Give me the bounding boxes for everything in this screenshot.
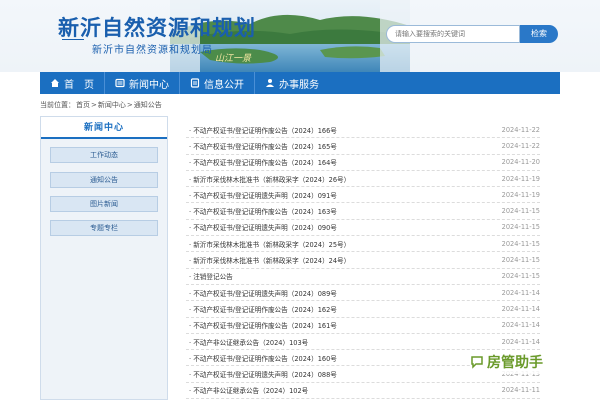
title-underline [62, 39, 84, 40]
list-item[interactable]: · 不动产权证书/登记证明遗失声明（2024）089号 2024-11-14 [186, 285, 540, 302]
notice-date: 2024-11-19 [501, 174, 540, 183]
list-item[interactable]: · 新沂市采伐林木批准书（新林政采字（2024）26号） 2024-11-19 [186, 171, 540, 188]
notice-title[interactable]: · 注销登记公告 [186, 271, 500, 281]
nav-news-label: 新闻中心 [129, 79, 169, 91]
notice-date: 2024-11-22 [501, 141, 540, 150]
nav-services-label: 办事服务 [279, 79, 319, 91]
breadcrumb-separator: > [126, 101, 133, 109]
sidebar: 新闻中心 工作动态 通知公告 图片新闻 专题专栏 [40, 116, 168, 400]
list-item[interactable]: · 不动产权证书/登记证明作废公告（2024）163号 2024-11-15 [186, 203, 540, 220]
notice-title[interactable]: · 不动产权证书/登记证明作废公告（2024）163号 [186, 206, 500, 216]
notice-date: 2024-11-20 [501, 158, 540, 167]
notice-title[interactable]: · 不动产权证书/登记证明作废公告（2024）161号 [186, 320, 500, 330]
watermark-text: 房管助手 [487, 355, 543, 371]
list-item[interactable]: · 不动产权证书/登记证明遗失声明（2024）090号 2024-11-15 [186, 220, 540, 237]
breadcrumb-link-home[interactable]: 首页 [76, 101, 90, 109]
nav-news[interactable]: 新闻中心 [105, 72, 179, 94]
newspaper-icon [115, 78, 125, 88]
sidebar-heading: 新闻中心 [41, 117, 167, 139]
notice-date: 2024-11-19 [501, 190, 540, 199]
list-item[interactable]: · 不动产权证书/登记证明作废公告（2024）165号 2024-11-22 [186, 138, 540, 155]
list-item[interactable]: · 不动产权证书/登记证明作废公告（2024）161号 2024-11-14 [186, 318, 540, 334]
nav-info-disclosure[interactable]: 信息公开 [180, 72, 254, 94]
notice-title[interactable]: · 不动产权证书/登记证明作废公告（2024）164号 [186, 157, 500, 167]
search-button[interactable]: 检索 [520, 25, 558, 43]
notice-title[interactable]: · 不动产权证书/登记证明作废公告（2024）162号 [186, 304, 500, 314]
chat-bubble-icon [471, 356, 483, 369]
document-icon [190, 78, 200, 88]
site-title: 新沂自然资源和规划 [58, 15, 256, 40]
notice-title[interactable]: · 新沂市采伐林木批准书（新林政采字（2024）26号） [186, 174, 500, 184]
notice-date: 2024-11-15 [501, 223, 540, 232]
notice-date: 2024-11-14 [501, 288, 540, 297]
list-item[interactable]: · 不动产权证书/登记证明遗失声明（2024）091号 2024-11-19 [186, 187, 540, 204]
notice-title[interactable]: · 不动产权证书/登记证明作废公告（2024）160号 [186, 353, 500, 363]
notice-title[interactable]: · 不动产权证书/登记证明作废公告（2024）165号 [186, 141, 500, 151]
notice-title[interactable]: · 不动产权证书/登记证明遗失声明（2024）091号 [186, 190, 500, 200]
notice-title[interactable]: · 不动产非公证继承公告（2024）102号 [186, 385, 500, 395]
sidebar-item-special-topics[interactable]: 专题专栏 [50, 220, 158, 236]
nav-home-label: 首 页 [64, 79, 94, 91]
sidebar-item-work-news[interactable]: 工作动态 [50, 147, 158, 163]
list-item[interactable]: · 注销登记公告 2024-11-15 [186, 269, 540, 285]
notice-date: 2024-11-15 [501, 207, 540, 216]
nav-services[interactable]: 办事服务 [255, 72, 329, 94]
list-item[interactable]: · 不动产非公证继承公告（2024）102号 2024-11-11 [186, 383, 540, 400]
notice-title[interactable]: · 新沂市采伐林木批准书（新林政采字（2024）24号） [186, 255, 500, 265]
nav-home[interactable]: 首 页 [40, 72, 104, 94]
notice-title[interactable]: · 不动产非公证继承公告（2024）103号 [186, 337, 500, 347]
list-item[interactable]: · 新沂市采伐林木批准书（新林政采字（2024）25号） 2024-11-15 [186, 236, 540, 253]
notice-date: 2024-11-15 [501, 272, 540, 281]
notice-title[interactable]: · 不动产权证书/登记证明遗失声明（2024）090号 [186, 222, 500, 232]
home-icon [51, 79, 59, 87]
notice-date: 2024-11-15 [501, 239, 540, 248]
breadcrumb-link-news[interactable]: 新闻中心 [98, 101, 126, 109]
notice-date: 2024-11-22 [501, 125, 540, 134]
list-item[interactable]: · 不动产权证书/登记证明作废公告（2024）162号 2024-11-14 [186, 301, 540, 318]
notice-title[interactable]: · 不动产权证书/登记证明遗失声明（2024）088号 [186, 369, 500, 379]
breadcrumb-prefix: 当前位置： [40, 101, 75, 109]
breadcrumb-current: 通知公告 [133, 101, 162, 109]
service-icon [266, 79, 274, 87]
watermark-badge: 房管助手 [470, 350, 566, 374]
sidebar-item-photo-news[interactable]: 图片新闻 [50, 196, 158, 212]
search-input[interactable] [386, 25, 520, 43]
notice-date: 2024-11-11 [501, 386, 540, 395]
notice-title[interactable]: · 新沂市采伐林木批准书（新林政采字（2024）25号） [186, 239, 500, 249]
notice-title[interactable]: · 不动产权证书/登记证明遗失声明（2024）089号 [186, 288, 500, 298]
notice-date: 2024-11-14 [501, 321, 540, 330]
list-item[interactable]: · 不动产非公证继承公告（2024）103号 2024-11-14 [186, 334, 540, 351]
list-item[interactable]: · 不动产权证书/登记证明作废公告（2024）164号 2024-11-20 [186, 155, 540, 171]
site-header: 新沂自然资源和规划 新沂市自然资源和规划局 山江一景 检索 [0, 0, 600, 72]
sidebar-item-notices[interactable]: 通知公告 [50, 172, 158, 188]
list-item[interactable]: · 新沂市采伐林木批准书（新林政采字（2024）24号） 2024-11-15 [186, 252, 540, 269]
nav-info-label: 信息公开 [204, 79, 244, 91]
notice-date: 2024-11-14 [501, 304, 540, 313]
scenery-caption: 山江一景 [215, 54, 252, 64]
breadcrumb: 当前位置：首页>新闻中心>通知公告 [40, 100, 163, 110]
site-subtitle: 新沂市自然资源和规划局 [92, 45, 213, 56]
list-item[interactable]: · 不动产权证书/登记证明作废公告（2024）166号 2024-11-22 [186, 122, 540, 139]
notice-date: 2024-11-14 [501, 337, 540, 346]
main-nav: 首 页 新闻中心 信息公开 办事服务 [40, 72, 560, 94]
notice-date: 2024-11-15 [501, 256, 540, 265]
breadcrumb-separator: > [91, 101, 97, 109]
notice-title[interactable]: · 不动产权证书/登记证明作废公告（2024）166号 [186, 125, 500, 135]
